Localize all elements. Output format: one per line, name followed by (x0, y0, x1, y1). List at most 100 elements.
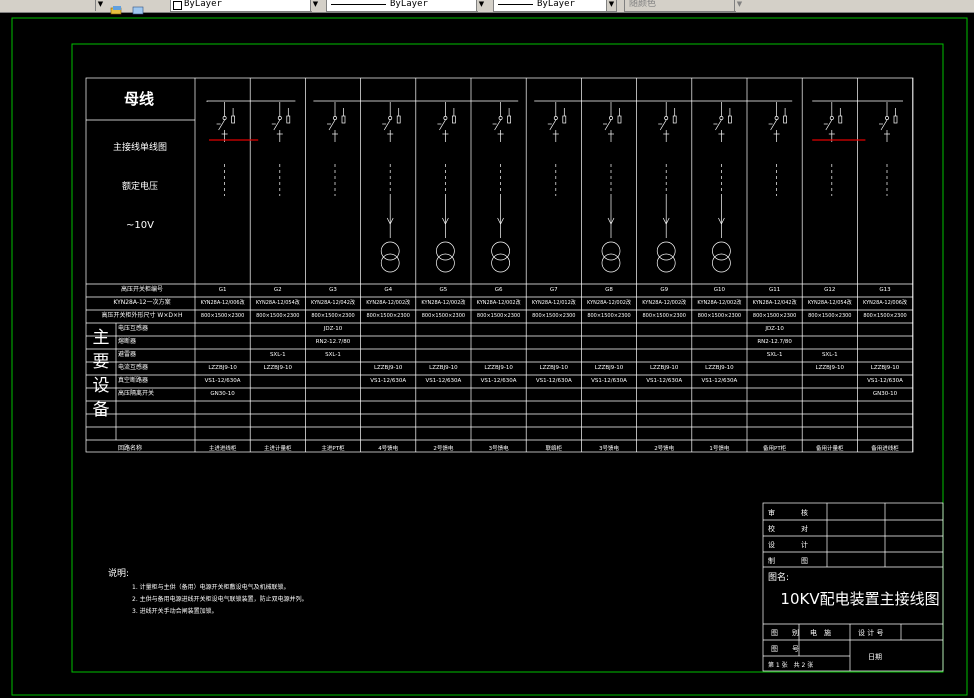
chevron-down-icon[interactable]: ▼ (734, 0, 744, 11)
chevron-down-icon[interactable]: ▼ (476, 0, 486, 11)
fuse: RN2-12.7/80 (757, 339, 792, 345)
current-transformer: LZZBJ9-10 (429, 365, 458, 371)
layer-previous-icon[interactable] (132, 1, 145, 15)
transformer-icon (712, 241, 731, 261)
arrow-mark (718, 217, 722, 225)
layer-states-icon[interactable] (110, 1, 123, 15)
main-equipment-char-1: 主 (93, 328, 110, 348)
diagram-label: 主接线单线图 (113, 141, 167, 153)
switch-blade (383, 119, 391, 131)
vacuum-breaker: VS1-12/630A (425, 378, 461, 384)
cabinet-type: KYN28A-12/002改 (587, 299, 631, 306)
switch-blade (825, 119, 833, 131)
arrow-mark (389, 217, 394, 225)
cabinet-dims: 800×1500×2300 (698, 313, 741, 319)
transformer-icon (656, 253, 676, 273)
lineweight-dropdown[interactable]: ByLayer (493, 0, 617, 12)
circuit-name: 2号馈电 (654, 444, 674, 452)
cabinet-type: KYN28A-12/006改 (201, 299, 245, 306)
switch-blade (880, 119, 888, 131)
cabinet-type: KYN28A-12/002改 (697, 299, 741, 306)
plotstyle-dropdown[interactable]: 随颜色 (624, 0, 736, 12)
equipment-label: 电流互感器 (118, 363, 148, 371)
transformer-icon (436, 253, 455, 273)
purpose-header: 回路名称 (118, 444, 142, 452)
vacuum-breaker: VS1-12/630A (867, 378, 903, 384)
surge-arrester: SXL-1 (325, 352, 341, 358)
cabinet-type: KYN28A-12/002改 (421, 299, 465, 306)
equipment-label: 熔断器 (118, 337, 136, 345)
color-dropdown[interactable]: ByLayer (170, 0, 312, 12)
arrester-icon (231, 115, 235, 124)
drawing-category: 电 施 (810, 628, 831, 637)
cabinet-dims: 800×1500×2300 (532, 313, 575, 319)
vacuum-breaker: VS1-12/630A (370, 378, 406, 384)
transformer-icon (601, 253, 621, 273)
linetype-dropdown-value: ByLayer (390, 0, 428, 9)
arrester-icon (507, 115, 511, 124)
contact-icon (719, 116, 724, 120)
plotstyle-dropdown-value: 随颜色 (629, 0, 657, 9)
cabinet-number: G9 (660, 287, 668, 293)
vacuum-breaker: VS1-12/630A (646, 378, 682, 384)
chevron-down-icon[interactable]: ▼ (606, 0, 616, 11)
note-item: 3. 进线开关手动合闸装置加锁。 (132, 607, 218, 615)
dims-header: 高压开关柜外形尺寸 W×D×H (101, 311, 182, 319)
arrow-mark (445, 217, 449, 225)
contact-icon (553, 116, 558, 120)
arrow-mark (607, 217, 612, 225)
current-transformer: LZZBJ9-10 (374, 365, 403, 371)
cabinet-type: KYN28A-12/002改 (642, 299, 686, 306)
equipment-label: 电压互感器 (118, 324, 148, 332)
voltage-transformer: JDZ-10 (764, 326, 784, 332)
linetype-dropdown[interactable]: ByLayer (326, 0, 478, 12)
drafter-label: 制图 (768, 556, 808, 565)
chevron-down-icon[interactable]: ▼ (310, 0, 320, 11)
drawing-no-label: 图 号 (771, 645, 799, 653)
note-item: 2. 主供与备用电源进线开关柜设电气联锁装置，防止双电源并列。 (132, 595, 308, 603)
arrester-icon (286, 115, 291, 124)
contact-icon (885, 116, 889, 120)
drawing-canvas[interactable]: G1 KYN28A-12/006改 800×1500×2300 LZZBJ9-10 VS… (0, 12, 974, 698)
checker-label: 校对 (768, 524, 808, 533)
current-transformer: LZZBJ9-10 (540, 365, 569, 371)
color-dropdown-value: ByLayer (184, 0, 222, 9)
arrow-mark (497, 217, 501, 225)
circuit-name: 备用进线柜 (871, 444, 899, 452)
cabinet-dims: 800×1500×2300 (863, 313, 906, 319)
arrow-mark (662, 217, 667, 225)
date-label: 日期 (868, 653, 882, 661)
chevron-down-icon[interactable]: ▼ (95, 0, 105, 11)
arrow-mark (500, 217, 504, 225)
voltage-label: 额定电压 (122, 180, 158, 192)
vacuum-breaker: VS1-12/630A (205, 378, 241, 384)
transformer-icon (656, 241, 676, 261)
cabinet-number: G1 (219, 287, 227, 293)
main-equipment-char-4: 备 (93, 400, 110, 420)
cabinet-type: KYN28A-12/012改 (532, 299, 576, 306)
voltage-value: ~10V (126, 220, 154, 231)
name-label: 图名: (768, 571, 789, 583)
cabinet-number: G13 (879, 287, 891, 293)
switch-blade (770, 119, 777, 131)
arrester-icon (341, 115, 346, 124)
cabinet-type: KYN28A-12/054改 (256, 299, 300, 306)
surge-arrester: SXL-1 (767, 352, 783, 358)
cabinet-number: G10 (714, 287, 726, 293)
inner-frame (71, 43, 944, 673)
note-item: 1. 计量柜与主供（备用）电源开关柜敷设电气及机械联锁。 (132, 583, 290, 591)
cabinet-number: G11 (769, 287, 780, 293)
vacuum-breaker: VS1-12/630A (536, 378, 572, 384)
current-transformer: LZZBJ9-10 (871, 365, 900, 371)
designer-label: 设计 (768, 540, 808, 549)
switch-blade (328, 119, 336, 131)
design-no-label: 设 计 号 (858, 628, 883, 637)
contact-icon (609, 116, 613, 120)
cabinet-dims: 800×1500×2300 (587, 313, 630, 319)
cabinet-no-header: 高压开关柜编号 (121, 285, 163, 293)
arrow-mark (386, 217, 391, 225)
switch-blade (715, 119, 722, 131)
sheet-info: 第 1 张 共 2 张 (768, 661, 813, 669)
switch-blade (604, 119, 612, 131)
cabinet-dims: 800×1500×2300 (477, 313, 520, 319)
